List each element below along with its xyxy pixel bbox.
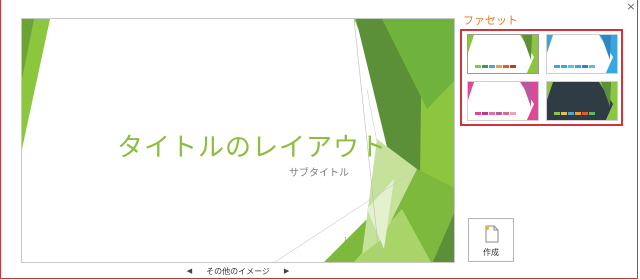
- next-arrow-icon[interactable]: ▶: [284, 267, 289, 275]
- previous-arrow-icon[interactable]: ◀: [187, 267, 192, 275]
- create-button[interactable]: 作成: [468, 218, 514, 262]
- variant-gallery: [460, 29, 623, 126]
- variant-dark[interactable]: [546, 81, 618, 121]
- slide-title: タイトルのレイアウト: [116, 133, 387, 163]
- create-button-label: 作成: [483, 248, 499, 257]
- theme-dialog: × タイトルのレイアウト サブタイトル 1 ◀ その他のイメージ ▶ ファセット…: [0, 0, 638, 279]
- variant-blue[interactable]: [546, 34, 618, 74]
- theme-name-label: ファセット: [463, 14, 518, 27]
- close-icon[interactable]: ×: [623, 0, 639, 14]
- slide-number: 1: [344, 237, 348, 243]
- variant-green[interactable]: [467, 34, 539, 74]
- slide-subtitle: サブタイトル: [289, 168, 349, 179]
- variant-pink[interactable]: [467, 81, 539, 121]
- slide-preview: タイトルのレイアウト サブタイトル 1: [21, 18, 455, 263]
- image-navigation: ◀ その他のイメージ ▶: [21, 264, 455, 278]
- new-document-icon: [484, 225, 499, 243]
- more-images-label: その他のイメージ: [206, 266, 270, 276]
